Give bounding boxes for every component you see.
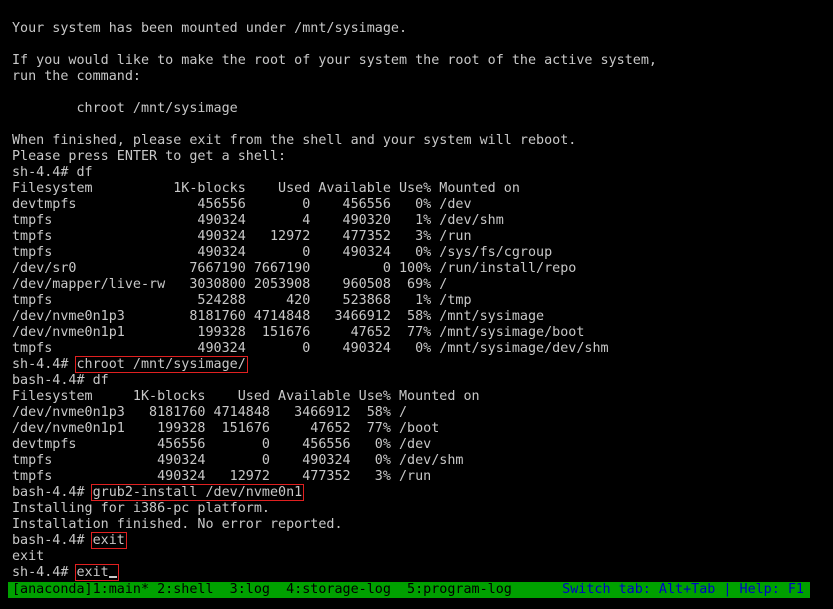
terminal-line: /dev/nvme0n1p3 8181760 4714848 3466912 5… bbox=[12, 405, 408, 420]
terminal-line: chroot /mnt/sysimage bbox=[12, 101, 238, 116]
terminal-line: tmpfs 524288 420 523868 1% /tmp bbox=[12, 293, 472, 308]
terminal-line: bash-4.4# df bbox=[12, 373, 109, 388]
highlighted-command: chroot /mnt/sysimage/ bbox=[74, 356, 248, 373]
terminal-line: Please press ENTER to get a shell: bbox=[12, 149, 287, 164]
highlighted-command: exit bbox=[90, 532, 127, 549]
terminal-line: /dev/mapper/live-rw 3030800 2053908 9605… bbox=[12, 277, 448, 292]
command-text: grub2-install /dev/nvme0n1 bbox=[92, 485, 303, 500]
highlighted-command: exit bbox=[74, 564, 119, 581]
shell-prompt: sh-4.4# bbox=[12, 357, 77, 372]
terminal-line: Your system has been mounted under /mnt/… bbox=[12, 21, 408, 36]
terminal-line: tmpfs 490324 12972 477352 3% /run bbox=[12, 229, 472, 244]
terminal-line: tmpfs 490324 0 490324 0% /mnt/sysimage/d… bbox=[12, 341, 609, 356]
terminal-line: Filesystem 1K-blocks Used Available Use%… bbox=[12, 181, 520, 196]
terminal-line: tmpfs 490324 0 490324 0% /dev/shm bbox=[12, 453, 464, 468]
terminal-line: If you would like to make the root of yo… bbox=[12, 53, 657, 68]
highlighted-command: grub2-install /dev/nvme0n1 bbox=[90, 484, 305, 501]
terminal-line: run the command: bbox=[12, 69, 141, 84]
terminal-line: tmpfs 490324 0 490324 0% /sys/fs/cgroup bbox=[12, 245, 553, 260]
shell-prompt: bash-4.4# bbox=[12, 485, 93, 500]
text-cursor bbox=[108, 576, 117, 578]
command-text: exit bbox=[92, 533, 125, 548]
terminal-line: devtmpfs 456556 0 456556 0% /dev bbox=[12, 437, 432, 452]
terminal-line: /dev/nvme0n1p1 199328 151676 47652 77% /… bbox=[12, 325, 585, 340]
terminal-line: Installing for i386-pc platform. bbox=[12, 501, 270, 516]
terminal-line: Installation finished. No error reported… bbox=[12, 517, 343, 532]
terminal-line: tmpfs 490324 12972 477352 3% /run bbox=[12, 469, 432, 484]
terminal-line: Filesystem 1K-blocks Used Available Use%… bbox=[12, 389, 480, 404]
status-bar-help-hint: Switch tab: Alt+Tab | Help: F1 bbox=[562, 582, 804, 597]
command-text: chroot /mnt/sysimage/ bbox=[76, 357, 246, 372]
terminal-line: sh-4.4# df bbox=[12, 165, 93, 180]
terminal-line: tmpfs 490324 4 490320 1% /dev/shm bbox=[12, 213, 504, 228]
shell-prompt: bash-4.4# bbox=[12, 533, 93, 548]
terminal-line: /dev/nvme0n1p1 199328 151676 47652 77% /… bbox=[12, 421, 440, 436]
terminal-line: /dev/sr0 7667190 7667190 0 100% /run/ins… bbox=[12, 261, 577, 276]
terminal-line: devtmpfs 456556 0 456556 0% /dev bbox=[12, 197, 472, 212]
command-text: exit bbox=[76, 565, 109, 580]
terminal-line: sh-4.4# exit bbox=[12, 564, 827, 581]
terminal-line: When finished, please exit from the shel… bbox=[12, 133, 577, 148]
terminal-line: sh-4.4# chroot /mnt/sysimage/ bbox=[12, 356, 827, 373]
terminal-line: bash-4.4# exit bbox=[12, 532, 827, 549]
terminal-line: bash-4.4# grub2-install /dev/nvme0n1 bbox=[12, 484, 827, 501]
tmux-status-bar: [anaconda]1:main* 2:shell 3:log 4:storag… bbox=[8, 582, 810, 598]
status-bar-window-list[interactable]: [anaconda]1:main* 2:shell 3:log 4:storag… bbox=[12, 582, 512, 598]
terminal-line: exit bbox=[12, 549, 45, 564]
terminal-screen[interactable]: Your system has been mounted under /mnt/… bbox=[0, 0, 833, 609]
shell-prompt: sh-4.4# bbox=[12, 565, 77, 580]
terminal-line: /dev/nvme0n1p3 8181760 4714848 3466912 5… bbox=[12, 309, 545, 324]
terminal-output: Your system has been mounted under /mnt/… bbox=[12, 21, 827, 581]
